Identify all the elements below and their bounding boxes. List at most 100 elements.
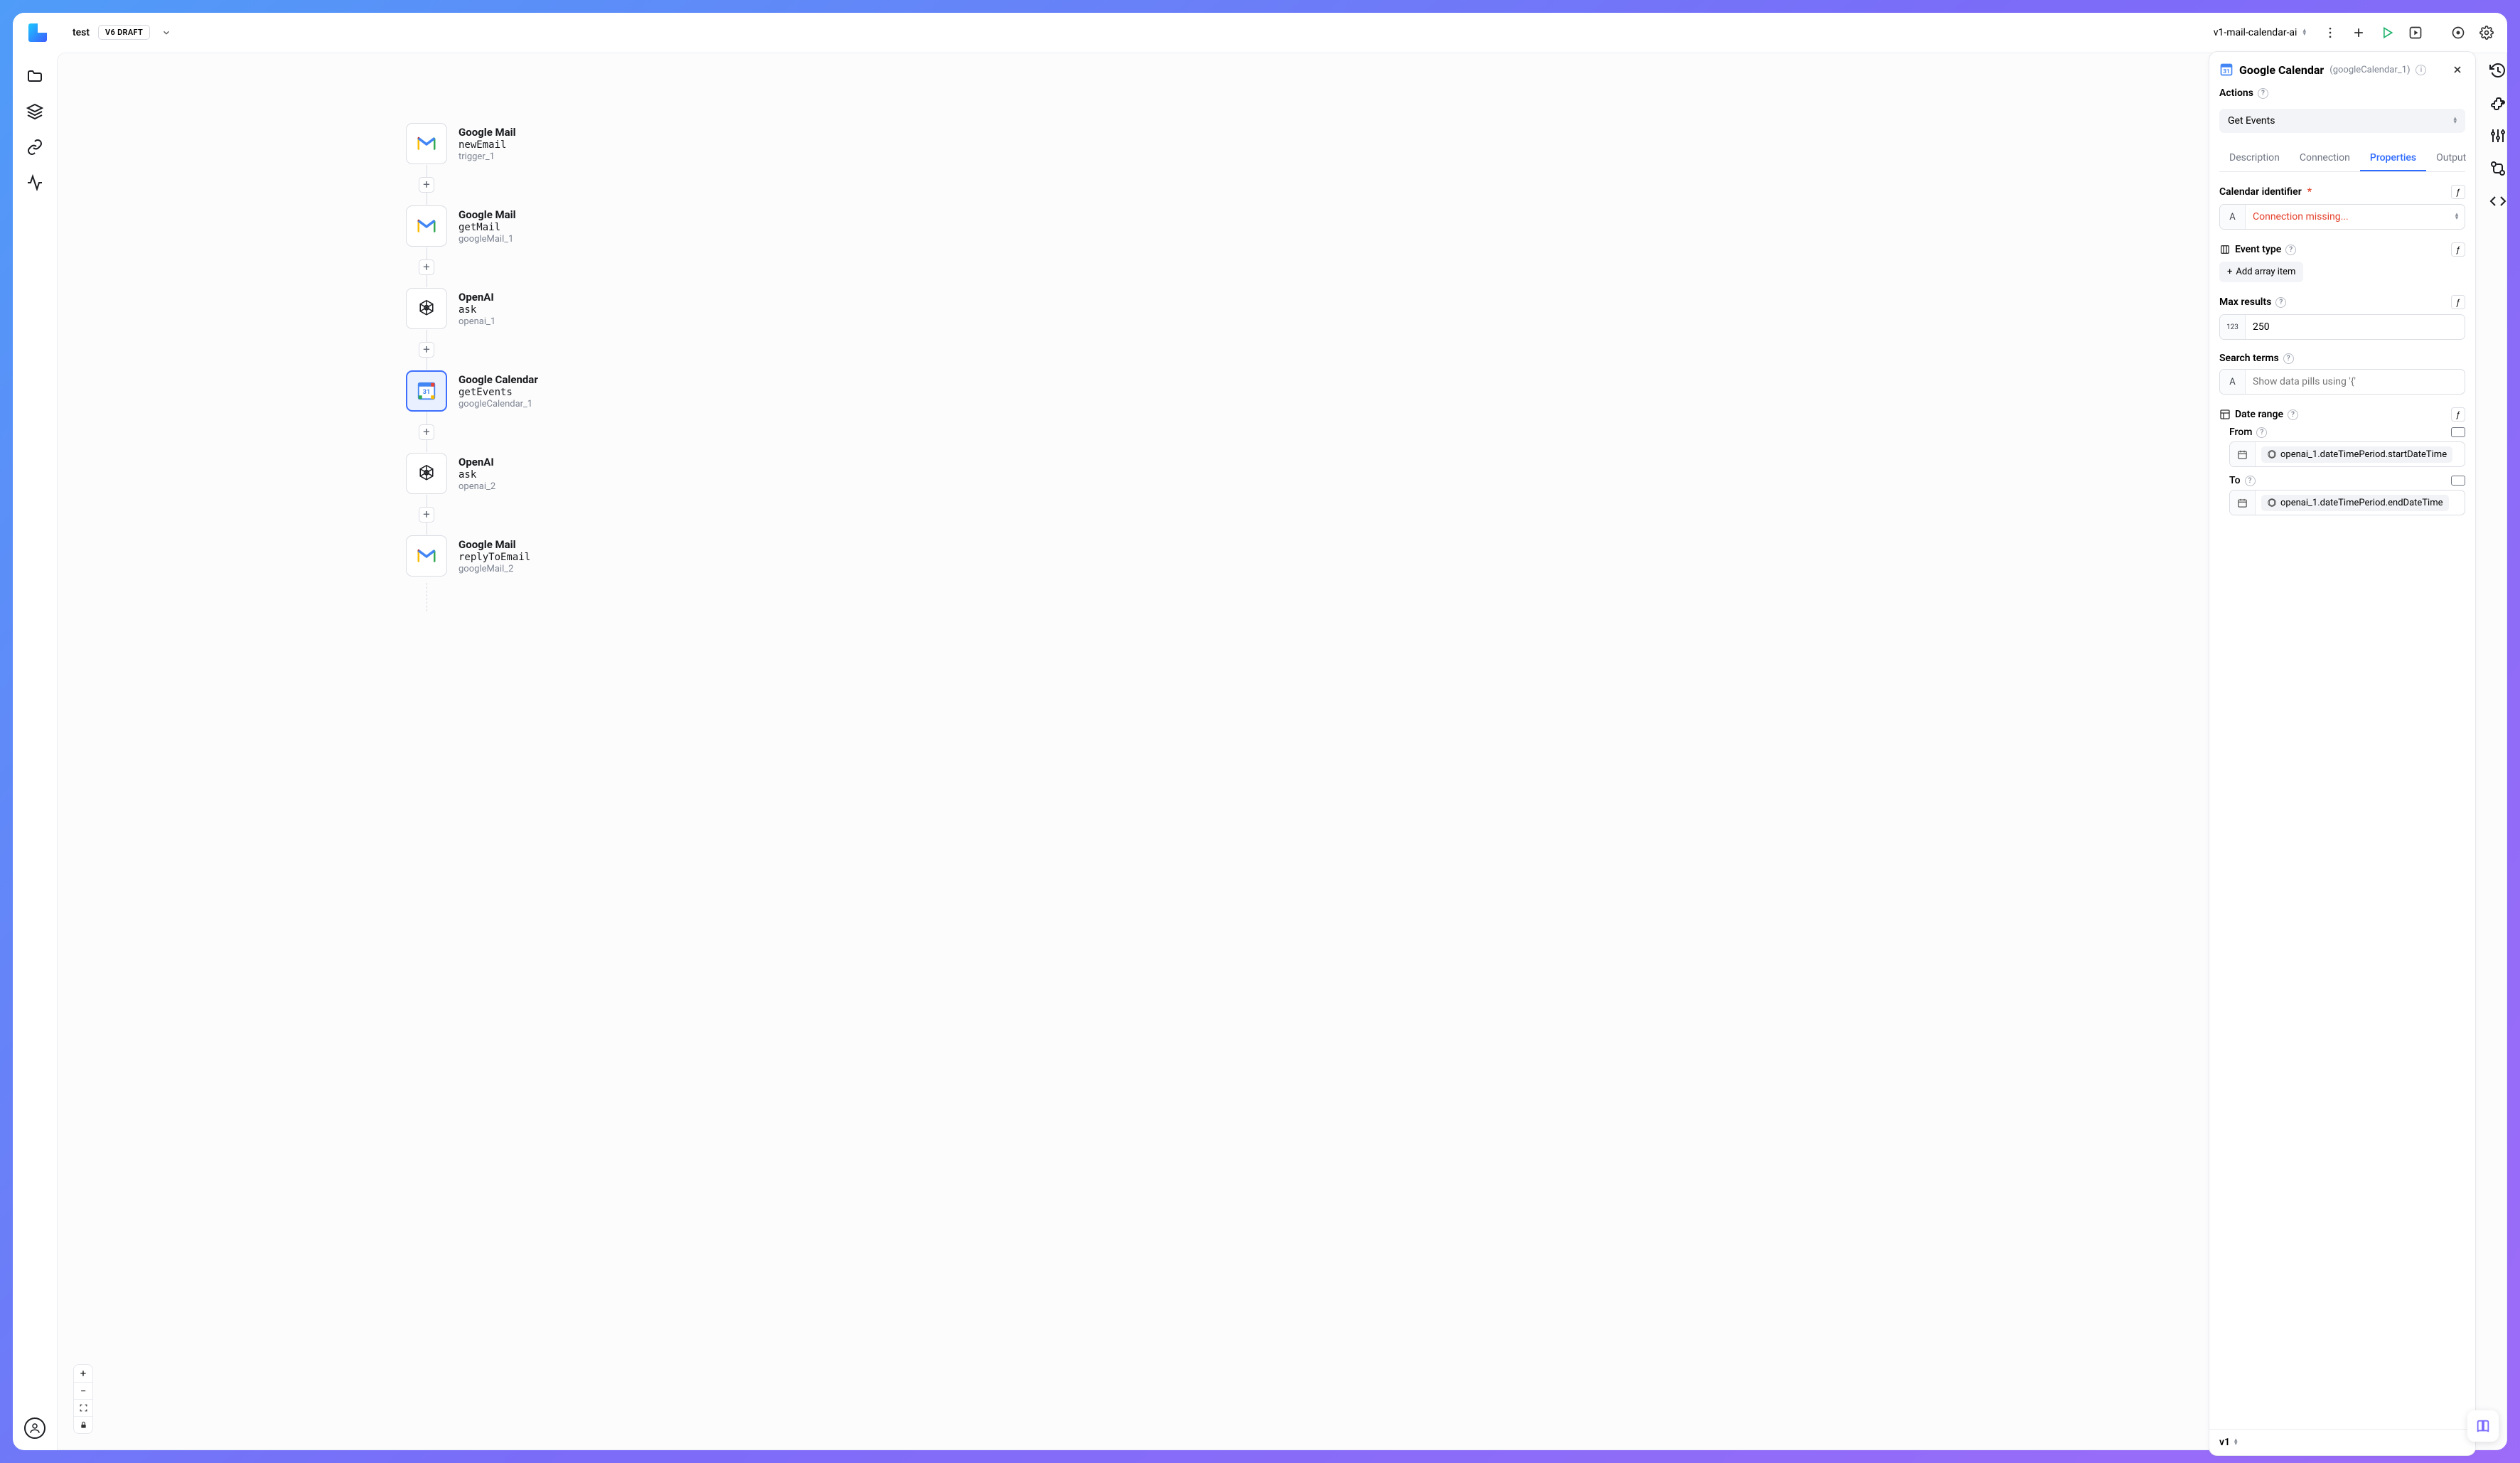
flow-node[interactable]: Google Mail getMail googleMail_1 (406, 205, 516, 247)
node-id: googleMail_1 (459, 234, 516, 245)
flow-node[interactable]: Google Mail newEmail trigger_1 (406, 123, 516, 164)
array-icon (2219, 244, 2231, 255)
topbar: test V6 DRAFT v1-mail-calendar-ai ▴▾ (13, 13, 2507, 53)
max-results-input[interactable] (2253, 321, 2457, 333)
calendar-id-field[interactable]: A Connection missing... ▴▾ (2219, 204, 2465, 230)
google-calendar-icon: 31 (2219, 63, 2234, 77)
help-fab-button[interactable] (2467, 1410, 2499, 1442)
max-results-field[interactable]: 123 (2219, 314, 2465, 340)
node-id: openai_1 (459, 316, 495, 327)
text-type-icon: A (2220, 205, 2246, 229)
node-method: ask (459, 469, 495, 481)
settings-button[interactable] (2475, 21, 2499, 45)
help-icon[interactable]: ? (2258, 88, 2268, 99)
to-field[interactable]: openai_1.dateTimePeriod.endDateTime (2229, 490, 2465, 515)
add-node-button[interactable]: + (419, 177, 434, 193)
keyboard-icon[interactable] (2451, 427, 2465, 437)
tab-output[interactable]: Output (2426, 146, 2475, 171)
number-type-icon: 123 (2220, 315, 2246, 339)
expression-toggle-button[interactable]: ƒ (2451, 242, 2465, 257)
link-icon[interactable] (26, 138, 44, 156)
node-method: newEmail (459, 139, 516, 151)
help-icon[interactable]: ? (2288, 409, 2298, 420)
canvas[interactable]: Google Mail newEmail trigger_1 + Google Ma… (57, 53, 2507, 1450)
git-compare-icon[interactable] (2489, 159, 2507, 178)
code-icon[interactable] (2489, 192, 2507, 210)
fit-view-button[interactable] (74, 1399, 92, 1416)
node-id: openai_2 (459, 481, 495, 492)
add-node-button[interactable]: + (419, 424, 434, 440)
add-button[interactable] (2347, 21, 2371, 45)
keyboard-icon[interactable] (2451, 476, 2465, 486)
activity-icon[interactable] (26, 173, 44, 192)
close-inspector-button[interactable] (2450, 62, 2465, 77)
search-terms-field[interactable]: A (2219, 369, 2465, 395)
node-icon-box[interactable] (406, 453, 447, 494)
app-shell: test V6 DRAFT v1-mail-calendar-ai ▴▾ (13, 13, 2507, 1450)
from-field[interactable]: openai_1.dateTimePeriod.startDateTime (2229, 441, 2465, 467)
node-title: Google Mail (459, 208, 516, 221)
flow-node[interactable]: 31Google Calendar getEvents googleCalend… (406, 370, 538, 412)
flow-name[interactable]: test (73, 27, 90, 38)
date-type-icon (2230, 491, 2256, 515)
inspector-node-id: (googleCalendar_1) (2329, 65, 2410, 75)
run-to-button[interactable] (2403, 21, 2428, 45)
more-menu-button[interactable] (2318, 21, 2342, 45)
openai-icon (2267, 449, 2277, 459)
search-terms-input[interactable] (2253, 376, 2457, 387)
expression-toggle-button[interactable]: ƒ (2451, 295, 2465, 309)
node-method: ask (459, 304, 495, 316)
record-button[interactable] (2446, 21, 2470, 45)
add-array-item-button[interactable]: + Add array item (2219, 262, 2303, 282)
history-icon[interactable] (2489, 61, 2507, 80)
draft-badge: V6 DRAFT (98, 25, 150, 40)
zoom-out-button[interactable]: − (74, 1382, 92, 1399)
puzzle-icon[interactable] (2489, 94, 2507, 112)
zoom-in-button[interactable]: + (74, 1365, 92, 1382)
folder-icon[interactable] (26, 67, 44, 85)
action-selector[interactable]: Get Events ▴▾ (2219, 109, 2465, 133)
node-icon-box[interactable] (406, 288, 447, 329)
inspector-panel: 31 Google Calendar (googleCalendar_1) i … (2209, 51, 2476, 1450)
help-icon[interactable]: ? (2256, 427, 2267, 438)
prop-date-range-label: Date range (2235, 409, 2283, 420)
prop-to-label: To (2229, 475, 2241, 486)
layers-icon[interactable] (26, 102, 44, 121)
user-avatar[interactable] (24, 1418, 45, 1439)
flow-node[interactable]: OpenAI ask openai_2 (406, 453, 495, 494)
tab-properties[interactable]: Properties (2360, 146, 2426, 171)
data-pill[interactable]: openai_1.dateTimePeriod.startDateTime (2261, 446, 2452, 463)
inspector-tabs: Description Connection Properties Output (2219, 146, 2465, 172)
info-icon[interactable]: i (2416, 65, 2426, 75)
node-icon-box[interactable] (406, 535, 447, 577)
add-node-button[interactable]: + (419, 259, 434, 275)
node-icon-box[interactable] (406, 205, 447, 247)
help-icon[interactable]: ? (2285, 245, 2296, 255)
environment-selector[interactable]: v1-mail-calendar-ai ▴▾ (2206, 23, 2314, 43)
lock-view-button[interactable] (74, 1416, 92, 1433)
data-pill[interactable]: openai_1.dateTimePeriod.endDateTime (2261, 495, 2449, 511)
expression-toggle-button[interactable]: ƒ (2451, 407, 2465, 422)
help-icon[interactable]: ? (2275, 297, 2286, 308)
flow-node[interactable]: Google Mail replyToEmail googleMail_2 (406, 535, 530, 577)
flow-version-dropdown[interactable] (159, 25, 174, 41)
add-node-button[interactable]: + (419, 342, 434, 358)
node-title: OpenAI (459, 456, 495, 468)
run-button[interactable] (2375, 21, 2399, 45)
tab-description[interactable]: Description (2219, 146, 2290, 171)
help-icon[interactable]: ? (2283, 353, 2294, 364)
add-node-button[interactable]: + (419, 507, 434, 522)
node-method: getMail (459, 222, 516, 233)
expression-toggle-button[interactable]: ƒ (2451, 185, 2465, 199)
chevron-updown-icon[interactable]: ▴▾ (2449, 205, 2465, 229)
node-icon-box[interactable] (406, 123, 447, 164)
node-title: Google Mail (459, 538, 530, 551)
version-label[interactable]: v1 (2219, 1437, 2230, 1448)
help-icon[interactable]: ? (2245, 476, 2256, 486)
sliders-icon[interactable] (2489, 127, 2507, 145)
flow-node[interactable]: OpenAI ask openai_1 (406, 288, 495, 329)
prop-max-results-label: Max results (2219, 296, 2271, 308)
tab-connection[interactable]: Connection (2290, 146, 2360, 171)
node-icon-box[interactable]: 31 (406, 370, 447, 412)
app-logo[interactable] (28, 23, 47, 42)
